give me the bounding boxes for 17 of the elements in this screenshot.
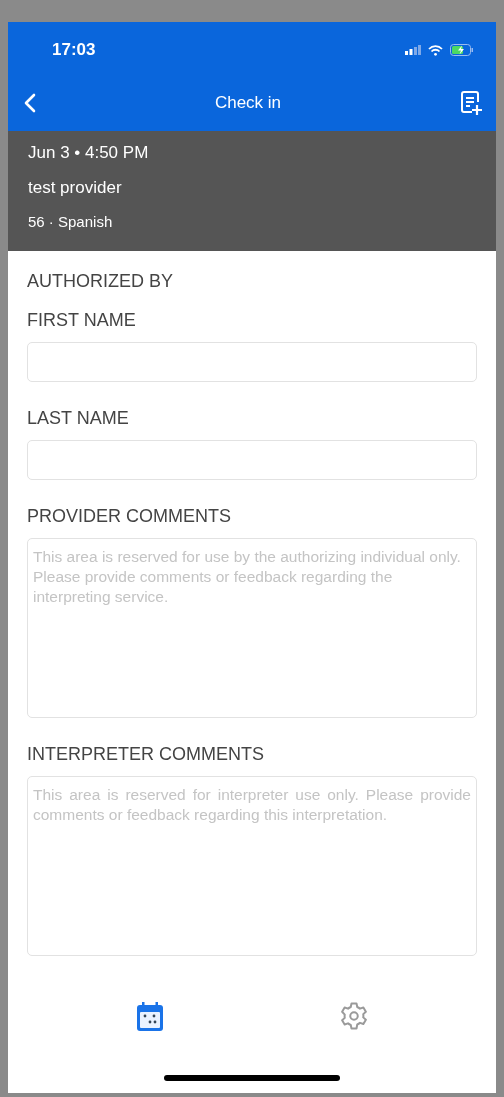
comment-field[interactable]: This area is reserved for interpreter use only. Please provide comments or feedback regarding this interpretation. [27,776,477,956]
wifi-icon [428,44,443,56]
field-label: PROVIDER COMMENTS [27,506,232,527]
input-field[interactable] [27,440,477,480]
appointment-datetime: Jun 3 • 4:50 PM [28,143,150,163]
screen-title: Check in [214,92,282,113]
signal-icon [405,45,421,55]
battery-icon [450,44,474,56]
field-label: FIRST NAME [27,310,137,331]
provider-name: test provider [28,178,123,198]
field-label: INTERPRETER COMMENTS [27,744,265,765]
appointment-details: 56 · Spanish [28,213,114,230]
input-field[interactable] [27,342,477,382]
field-label: LAST NAME [27,408,130,429]
section-heading: AUTHORIZED BY [27,271,174,292]
comment-field[interactable]: This area is reserved for use by the authorizing individual only. Please provide comments or feedback regarding the interpreting service. [27,538,477,718]
status-time: 17:03 [52,40,96,60]
